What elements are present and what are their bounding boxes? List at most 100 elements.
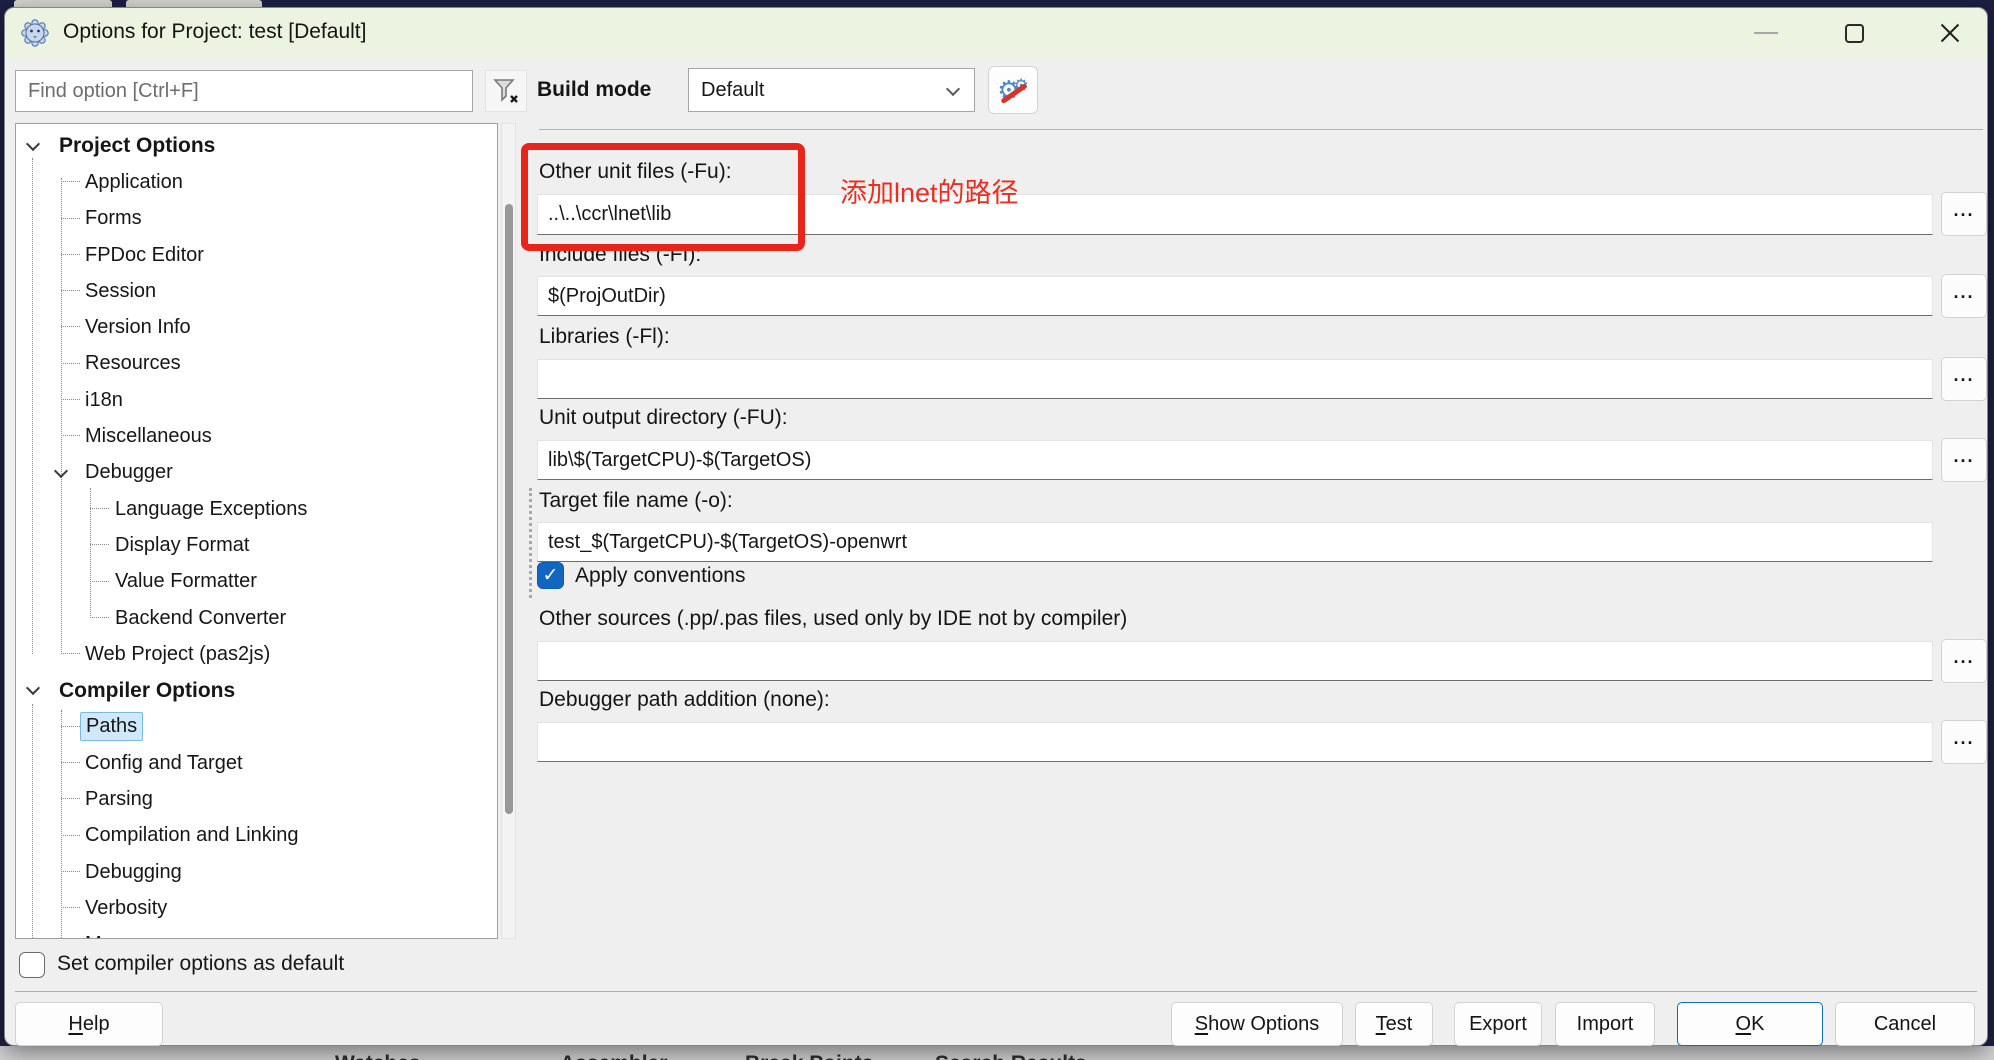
title-bar[interactable]: Options for Project: test [Default] <box>5 8 1987 58</box>
tree-item-paths[interactable]: Paths <box>16 709 497 745</box>
apply-conventions-label: Apply conventions <box>575 563 746 587</box>
apply-conventions-checkbox[interactable]: ✓ <box>537 562 564 589</box>
tree-item-label: Language Exceptions <box>115 497 308 520</box>
tree-connector <box>61 326 80 328</box>
tree-item-version-info[interactable]: Version Info <box>16 309 497 345</box>
tree-item-label: Paths <box>80 712 144 742</box>
tree-item-session[interactable]: Session <box>16 273 497 309</box>
tree-item-label: Miscellaneous <box>85 425 212 448</box>
tree-connector <box>61 798 80 800</box>
tree-item-verbosity[interactable]: Verbosity <box>16 890 497 926</box>
lazarus-app-icon <box>21 19 49 47</box>
build-mode-options-button[interactable]: ⚙⚙ <box>988 66 1038 114</box>
libraries-browse-button[interactable]: ... <box>1941 357 1987 401</box>
target-file-name-input[interactable]: test_$(TargetCPU)-$(TargetOS)-openwrt <box>537 522 1933 562</box>
tree-item-fpdoc-editor[interactable]: FPDoc Editor <box>16 237 497 273</box>
tree-item-application[interactable]: Application <box>16 164 497 200</box>
tree-item-backend-converter[interactable]: Backend Converter <box>16 600 497 636</box>
tree-connector <box>61 217 80 219</box>
close-button[interactable] <box>1911 8 1989 58</box>
tree-item-parsing[interactable]: Parsing <box>16 781 497 817</box>
minimize-button[interactable] <box>1735 8 1797 58</box>
chevron-down-icon[interactable] <box>25 136 41 152</box>
red-annotation-text: 添加lnet的路径 <box>840 178 1019 208</box>
tree-item-label: Session <box>85 279 157 302</box>
build-mode-select[interactable]: Default <box>688 68 975 112</box>
tree-item-compiler-options[interactable]: Compiler Options <box>16 672 497 708</box>
tree-item-label: Parsing <box>85 787 153 810</box>
cancel-button[interactable]: Cancel <box>1835 1002 1975 1046</box>
export-button[interactable]: Export <box>1454 1002 1542 1046</box>
maximize-button[interactable] <box>1823 8 1885 58</box>
libraries-input[interactable] <box>537 359 1933 399</box>
options-tree: Project Options Application Forms FPDoc Edi… <box>16 124 497 938</box>
tree-scrollbar[interactable] <box>501 123 516 939</box>
other-sources-input[interactable] <box>537 641 1933 681</box>
unit-output-directory-browse-button[interactable]: ... <box>1941 438 1987 482</box>
tree-item-messages[interactable]: Messages <box>16 927 497 938</box>
debugger-path-addition-browse-button[interactable]: ... <box>1941 720 1987 764</box>
include-files-browse-button[interactable]: ... <box>1941 274 1987 318</box>
help-button[interactable]: Help <box>15 1002 163 1046</box>
ok-button[interactable]: OK <box>1677 1002 1823 1046</box>
tree-scrollbar-thumb[interactable] <box>505 204 513 814</box>
tree-item-label: Messages <box>80 931 181 938</box>
unit-output-directory-label: Unit output directory (-FU): <box>539 406 788 429</box>
apply-conventions-row[interactable]: ✓ Apply conventions <box>537 562 745 589</box>
chevron-down-icon[interactable] <box>25 681 41 696</box>
other-sources-label: Other sources (.pp/.pas files, used only… <box>539 607 1128 630</box>
options-dialog-window: Options for Project: test [Default] Buil… <box>4 7 1988 1046</box>
tree-item-i18n[interactable]: i18n <box>16 382 497 418</box>
options-tree-panel: Project Options Application Forms FPDoc Edi… <box>15 123 498 939</box>
tree-item-resources[interactable]: Resources <box>16 346 497 382</box>
tree-item-value-formatter[interactable]: Value Formatter <box>16 564 497 600</box>
other-unit-files-browse-button[interactable]: ... <box>1941 192 1987 236</box>
import-button[interactable]: Import <box>1555 1002 1655 1046</box>
tree-item-label: Compiler Options <box>59 678 236 702</box>
tree-guide-line <box>61 710 62 938</box>
tree-item-debugger[interactable]: Debugger <box>16 455 497 491</box>
tree-item-label: Project Options <box>59 134 216 158</box>
other-sources-browse-button[interactable]: ... <box>1941 639 1987 683</box>
debugger-path-addition-input[interactable] <box>537 722 1933 762</box>
tree-item-display-format[interactable]: Display Format <box>16 527 497 563</box>
tree-item-web-project-pas2js[interactable]: Web Project (pas2js) <box>16 636 497 672</box>
tree-connector <box>61 399 80 401</box>
tree-item-config-and-target[interactable]: Config and Target <box>16 745 497 781</box>
tree-connector <box>61 435 80 437</box>
build-mode-value: Default <box>701 78 765 101</box>
dotted-splitter <box>529 488 532 598</box>
footer-divider <box>15 991 1977 992</box>
tree-item-label: Value Formatter <box>115 570 257 593</box>
tree-item-label: Web Project (pas2js) <box>85 642 271 665</box>
tree-guide-line <box>61 178 62 654</box>
tree-connector <box>61 253 80 255</box>
tree-connector <box>61 362 80 364</box>
tree-item-miscellaneous[interactable]: Miscellaneous <box>16 418 497 454</box>
tree-item-language-exceptions[interactable]: Language Exceptions <box>16 491 497 527</box>
debugger-path-addition-label: Debugger path addition (none): <box>539 688 830 711</box>
tree-connector <box>61 907 80 909</box>
tree-item-debugging[interactable]: Debugging <box>16 854 497 890</box>
build-mode-label: Build mode <box>537 78 652 101</box>
include-files-input[interactable]: $(ProjOutDir) <box>537 276 1933 316</box>
show-options-button[interactable]: Show Options <box>1171 1002 1343 1046</box>
test-button[interactable]: Test <box>1355 1002 1433 1046</box>
tree-item-forms[interactable]: Forms <box>16 201 497 237</box>
tree-connector <box>61 762 80 764</box>
clear-filter-button[interactable] <box>485 70 527 112</box>
minimize-icon <box>1754 32 1778 34</box>
tree-connector <box>90 507 109 509</box>
search-input[interactable] <box>15 70 473 112</box>
tree-item-project-options[interactable]: Project Options <box>16 128 497 164</box>
unit-output-directory-input[interactable]: lib\$(TargetCPU)-$(TargetOS) <box>537 440 1933 480</box>
tree-item-label: Verbosity <box>85 896 168 919</box>
panel-divider <box>539 129 1983 130</box>
tree-item-label: Config and Target <box>85 751 243 774</box>
set-compiler-options-default-checkbox[interactable] <box>19 952 45 978</box>
tree-item-compilation-and-linking[interactable]: Compilation and Linking <box>16 818 497 854</box>
chevron-down-icon[interactable] <box>53 463 69 478</box>
red-highlight-rectangle <box>521 143 805 251</box>
tree-item-label: Compilation and Linking <box>85 824 299 847</box>
tree-connector <box>61 653 80 655</box>
